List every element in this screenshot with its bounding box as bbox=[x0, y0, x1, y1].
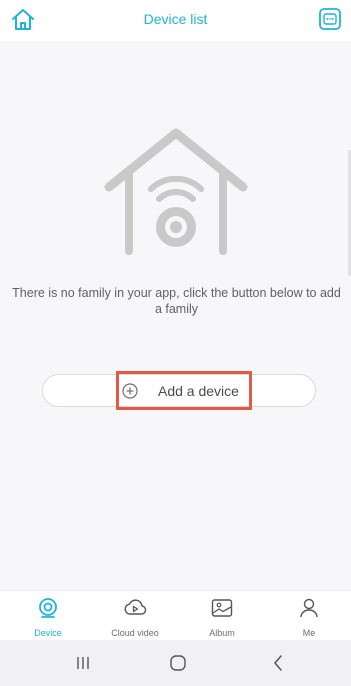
tab-album[interactable]: Album bbox=[178, 591, 266, 641]
tab-cloud-video[interactable]: Cloud video bbox=[91, 591, 179, 641]
home-circle-icon[interactable] bbox=[168, 653, 188, 673]
empty-state-message: There is no family in your app, click th… bbox=[12, 286, 341, 316]
page-title: Device list bbox=[143, 11, 208, 27]
system-nav-bar bbox=[0, 640, 351, 686]
tab-device[interactable]: Device bbox=[4, 591, 92, 641]
back-icon[interactable] bbox=[268, 653, 288, 673]
bottom-tab-bar: Device Cloud video Album Me bbox=[0, 590, 351, 641]
cloud-play-icon bbox=[123, 596, 147, 620]
camera-icon bbox=[36, 596, 60, 620]
image-icon bbox=[210, 596, 234, 620]
recent-apps-icon[interactable] bbox=[73, 653, 93, 673]
tab-me[interactable]: Me bbox=[265, 591, 351, 641]
header-bar: Device list bbox=[0, 0, 351, 43]
scan-icon[interactable] bbox=[319, 8, 341, 30]
device-list-screen: Device list There is no family in your a… bbox=[0, 0, 351, 686]
tab-album-label: Album bbox=[209, 628, 235, 638]
tab-device-label: Device bbox=[34, 628, 62, 638]
tab-cloud-video-label: Cloud video bbox=[111, 628, 159, 638]
tab-me-label: Me bbox=[302, 628, 316, 638]
person-icon bbox=[297, 596, 321, 620]
house-wifi-icon bbox=[103, 127, 249, 255]
highlight-annotation-box bbox=[116, 371, 252, 410]
